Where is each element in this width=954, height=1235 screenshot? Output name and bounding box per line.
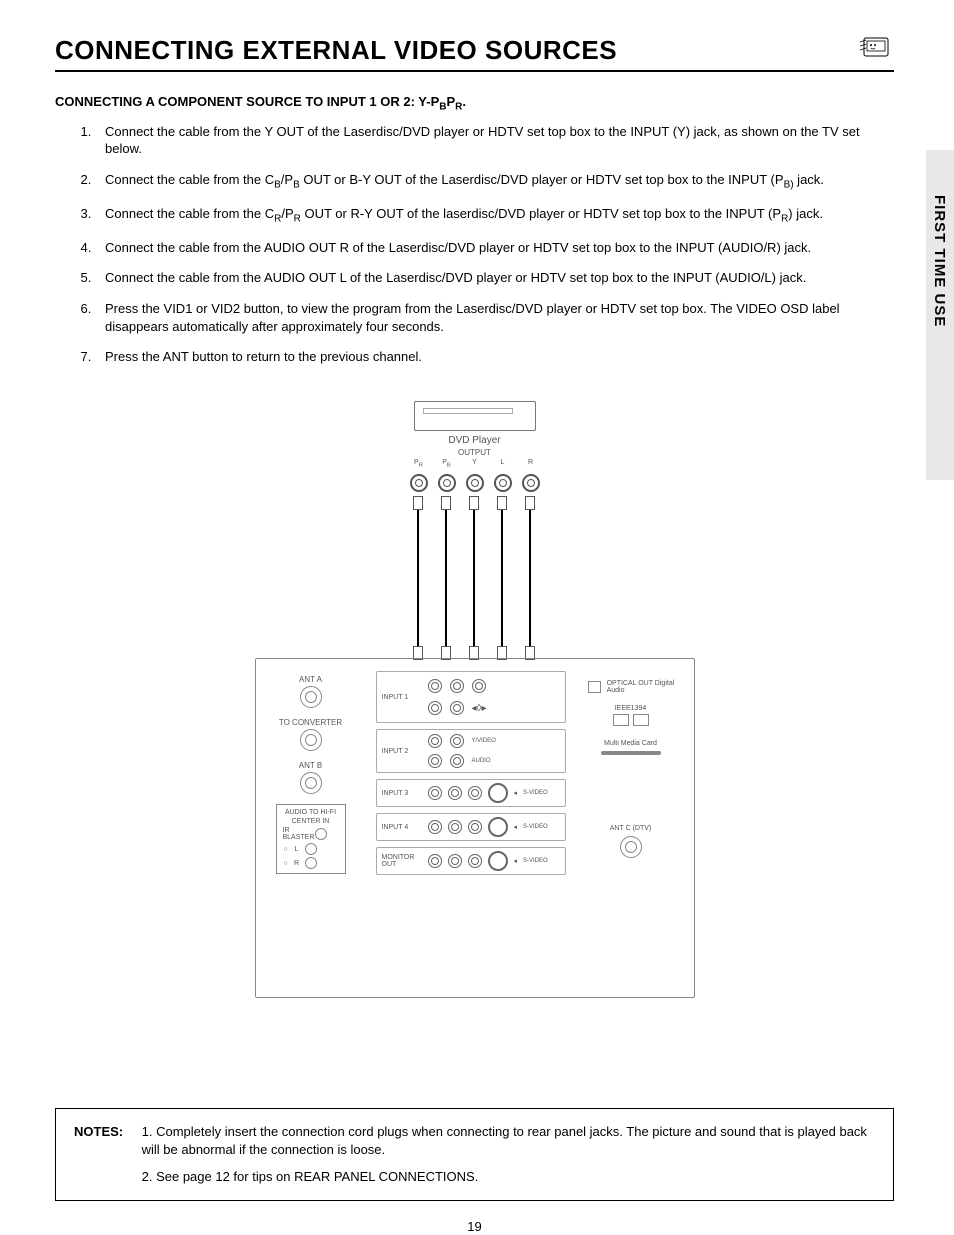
connection-diagram: DVD Player OUTPUT PR PB Y L R [255, 401, 695, 998]
dvd-output-labels: PR PB Y L R [255, 459, 695, 468]
mmc-slot [601, 751, 661, 755]
step-6: Press the VID1 or VID2 button, to view t… [95, 300, 894, 335]
jack-y [466, 474, 484, 492]
jack-pr [410, 474, 428, 492]
panel-left-column: ANT A TO CONVERTER ANT B AUDIO TO HI-FI … [276, 675, 346, 884]
in1-y-jack [472, 679, 486, 693]
monitor-out-block: MONITOR OUT ◂ S-VIDEO [376, 847, 566, 875]
step-7: Press the ANT button to return to the pr… [95, 348, 894, 366]
jack-r [522, 474, 540, 492]
tv-rear-panel: ANT A TO CONVERTER ANT B AUDIO TO HI-FI … [255, 658, 695, 998]
cables [395, 498, 555, 658]
page-title: CONNECTING EXTERNAL VIDEO SOURCES [55, 35, 894, 72]
hifi-r-jack [305, 857, 317, 869]
step-1: Connect the cable from the Y OUT of the … [95, 123, 894, 158]
dvd-label: DVD Player [255, 435, 695, 446]
audio-hifi-box: AUDIO TO HI-FI CENTER IN IR BLASTER ○L ○… [276, 804, 346, 874]
step-5: Connect the cable from the AUDIO OUT L o… [95, 269, 894, 287]
input-4-block: INPUT 4 ◂ S-VIDEO [376, 813, 566, 841]
center-in-jack [315, 828, 327, 840]
panel-right-column: OPTICAL OUT Digital Audio IEEE1394 Multi… [586, 679, 676, 862]
step-3: Connect the cable from the CR/PR OUT or … [95, 205, 894, 226]
note-2: 2. See page 12 for tips on REAR PANEL CO… [142, 1168, 873, 1186]
in1-r-jack [428, 701, 442, 715]
dvd-player-icon [414, 401, 536, 431]
output-label: OUTPUT [255, 448, 695, 457]
jack-l [494, 474, 512, 492]
input-1-block: INPUT 1 ◂◊▸ [376, 671, 566, 723]
subtitle: CONNECTING A COMPONENT SOURCE TO INPUT 1… [55, 94, 894, 113]
note-1: 1. Completely insert the connection cord… [142, 1123, 873, 1158]
in4-svideo [488, 817, 508, 837]
input-2-block: INPUT 2 Y/VIDEO AUDIO [376, 729, 566, 773]
panel-center-column: INPUT 1 ◂◊▸ [376, 671, 566, 881]
in1-pb-jack [428, 679, 442, 693]
notes-label: NOTES: [74, 1123, 138, 1141]
in1-pr-jack [450, 679, 464, 693]
ant-b-label: ANT B [276, 761, 346, 770]
page-number: 19 [55, 1219, 894, 1234]
step-2: Connect the cable from the CB/PB OUT or … [95, 171, 894, 192]
ant-a-jack [300, 686, 322, 708]
dvd-output-jacks [255, 474, 695, 492]
in1-l-jack [450, 701, 464, 715]
ant-c-jack [620, 836, 642, 858]
step-4: Connect the cable from the AUDIO OUT R o… [95, 239, 894, 257]
ant-a-label: ANT A [276, 675, 346, 684]
steps-list: Connect the cable from the Y OUT of the … [55, 123, 894, 366]
mon-svideo [488, 851, 508, 871]
input-3-block: INPUT 3 ◂ S-VIDEO [376, 779, 566, 807]
optical-out-port [588, 681, 601, 693]
ieee-port-2 [633, 714, 649, 726]
to-converter-jack [300, 729, 322, 751]
notes-box: NOTES: 1. Completely insert the connecti… [55, 1108, 894, 1201]
in3-svideo [488, 783, 508, 803]
jack-pb [438, 474, 456, 492]
ant-b-jack [300, 772, 322, 794]
to-converter-label: TO CONVERTER [276, 718, 346, 727]
ieee-port-1 [613, 714, 629, 726]
hifi-l-jack [305, 843, 317, 855]
